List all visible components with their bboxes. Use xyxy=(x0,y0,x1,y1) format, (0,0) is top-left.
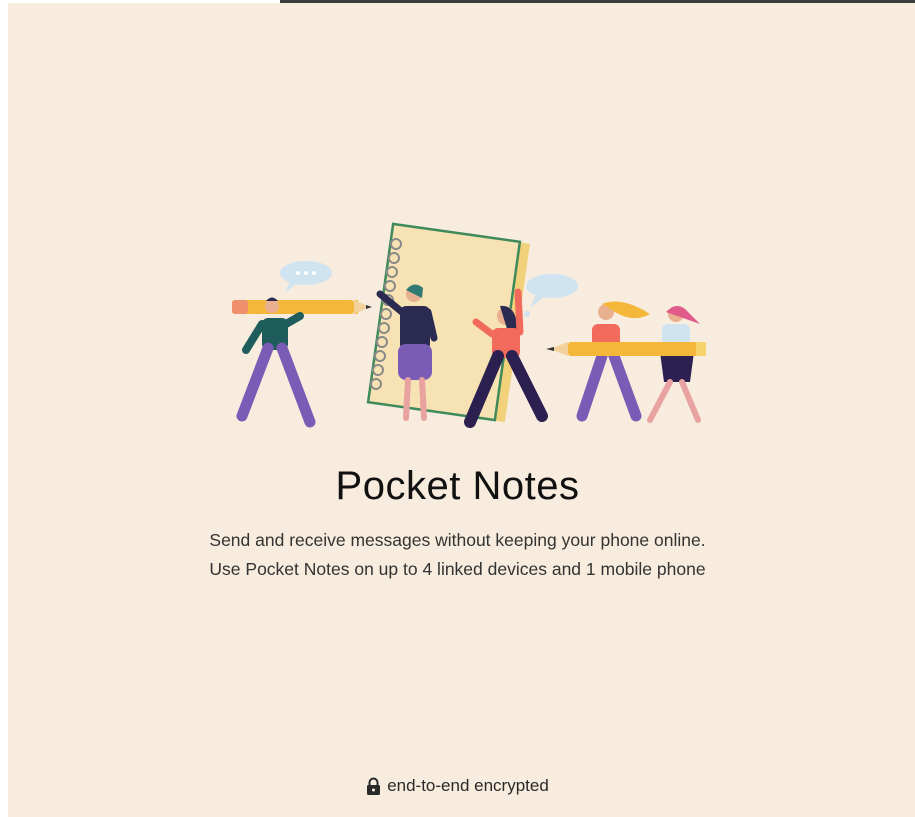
app-title: Pocket Notes xyxy=(335,464,580,508)
people-with-notebook-illustration xyxy=(232,222,706,428)
description-line-1: Send and receive messages without keepin… xyxy=(209,530,706,550)
lock-icon xyxy=(367,777,381,795)
page: Pocket Notes Send and receive messages w… xyxy=(0,0,915,817)
encryption-text: end-to-end encrypted xyxy=(387,776,549,795)
encryption-notice: end-to-end encrypted xyxy=(0,776,915,796)
description-line-2: Use Pocket Notes on up to 4 linked devic… xyxy=(209,559,706,579)
